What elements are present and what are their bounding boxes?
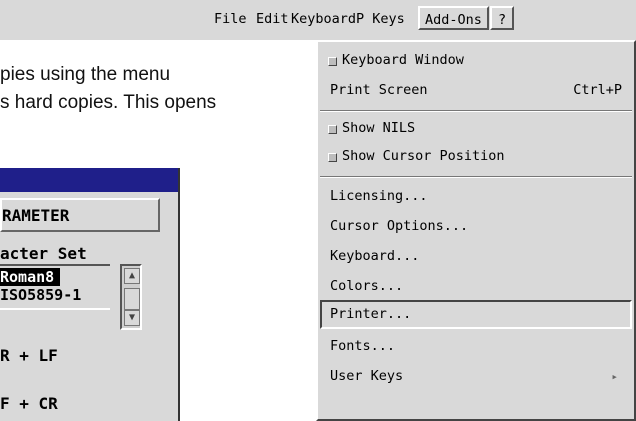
option-lf-cr[interactable]: F + CR	[0, 394, 58, 413]
scroll-up-arrow-icon[interactable]: ▲	[124, 268, 140, 284]
menu-item-keyboard-window[interactable]: Keyboard Window	[320, 46, 632, 75]
menu-item-printer[interactable]: Printer...	[320, 300, 632, 329]
menu-separator	[320, 110, 632, 112]
menu-item-show-nils[interactable]: Show NILS	[320, 114, 632, 143]
parameter-panel: RAMETER	[0, 198, 160, 232]
menu-item-label: Cursor Options...	[330, 218, 469, 234]
submenu-arrow-icon: ▸	[611, 370, 618, 383]
menu-separator	[320, 176, 632, 178]
scroll-thumb[interactable]	[124, 288, 140, 310]
menu-item-label: Keyboard...	[330, 248, 420, 264]
menu-add-ons[interactable]: Add-Ons	[418, 6, 489, 30]
checkbox-icon	[328, 125, 337, 134]
parameter-header: RAMETER	[2, 206, 70, 225]
menu-item-cursor-options[interactable]: Cursor Options...	[320, 212, 632, 241]
doc-line-2: s hard copies. This opens	[0, 92, 217, 113]
list-item[interactable]: Roman8	[0, 268, 61, 286]
menu-keyboard[interactable]: Keyboard	[291, 11, 356, 27]
menu-file[interactable]: File	[214, 11, 247, 27]
shortcut-label: Ctrl+P	[573, 82, 622, 98]
character-set-label: acter Set	[0, 244, 87, 263]
menu-item-user-keys[interactable]: User Keys ▸	[320, 362, 632, 391]
option-cr-lf[interactable]: R + LF	[0, 346, 58, 365]
menu-item-label: User Keys	[330, 368, 404, 384]
list-item[interactable]: ISO5859-1	[0, 286, 87, 304]
menu-item-show-cursor-position[interactable]: Show Cursor Position	[320, 142, 632, 171]
checkbox-icon	[328, 153, 337, 162]
menu-item-label: Keyboard Window	[342, 52, 464, 68]
scroll-down-arrow-icon[interactable]: ▼	[124, 310, 140, 326]
menu-item-colors[interactable]: Colors...	[320, 272, 632, 301]
menu-item-label: Colors...	[330, 278, 404, 294]
checkbox-icon	[328, 57, 337, 66]
dialog-title-bar	[0, 168, 178, 192]
menu-item-label: Fonts...	[330, 338, 396, 354]
list-scrollbar[interactable]: ▲ ▼	[120, 264, 142, 330]
menu-item-label: Licensing...	[330, 188, 428, 204]
menu-item-licensing[interactable]: Licensing...	[320, 182, 632, 211]
menu-item-label: Print Screen	[330, 82, 428, 98]
character-set-list[interactable]: Roman8 ISO5859-1	[0, 264, 110, 310]
doc-line-1: pies using the menu	[0, 64, 171, 85]
menu-item-fonts[interactable]: Fonts...	[320, 332, 632, 361]
menu-item-keyboard[interactable]: Keyboard...	[320, 242, 632, 271]
add-ons-dropdown: Keyboard Window Print Screen Ctrl+P Show…	[316, 40, 636, 421]
menu-item-print-screen[interactable]: Print Screen Ctrl+P	[320, 76, 632, 105]
menu-p-keys[interactable]: P Keys	[356, 11, 405, 27]
menu-item-label: Show NILS	[342, 120, 416, 136]
menu-edit[interactable]: Edit	[256, 11, 289, 27]
menubar: File Edit Keyboard P Keys Add-Ons ?	[0, 0, 636, 40]
printer-dialog: RAMETER acter Set Roman8 ISO5859-1 ▲ ▼ R…	[0, 168, 180, 421]
menu-help[interactable]: ?	[490, 6, 515, 30]
menu-item-label: Printer...	[330, 306, 412, 322]
menu-item-label: Show Cursor Position	[342, 148, 505, 164]
